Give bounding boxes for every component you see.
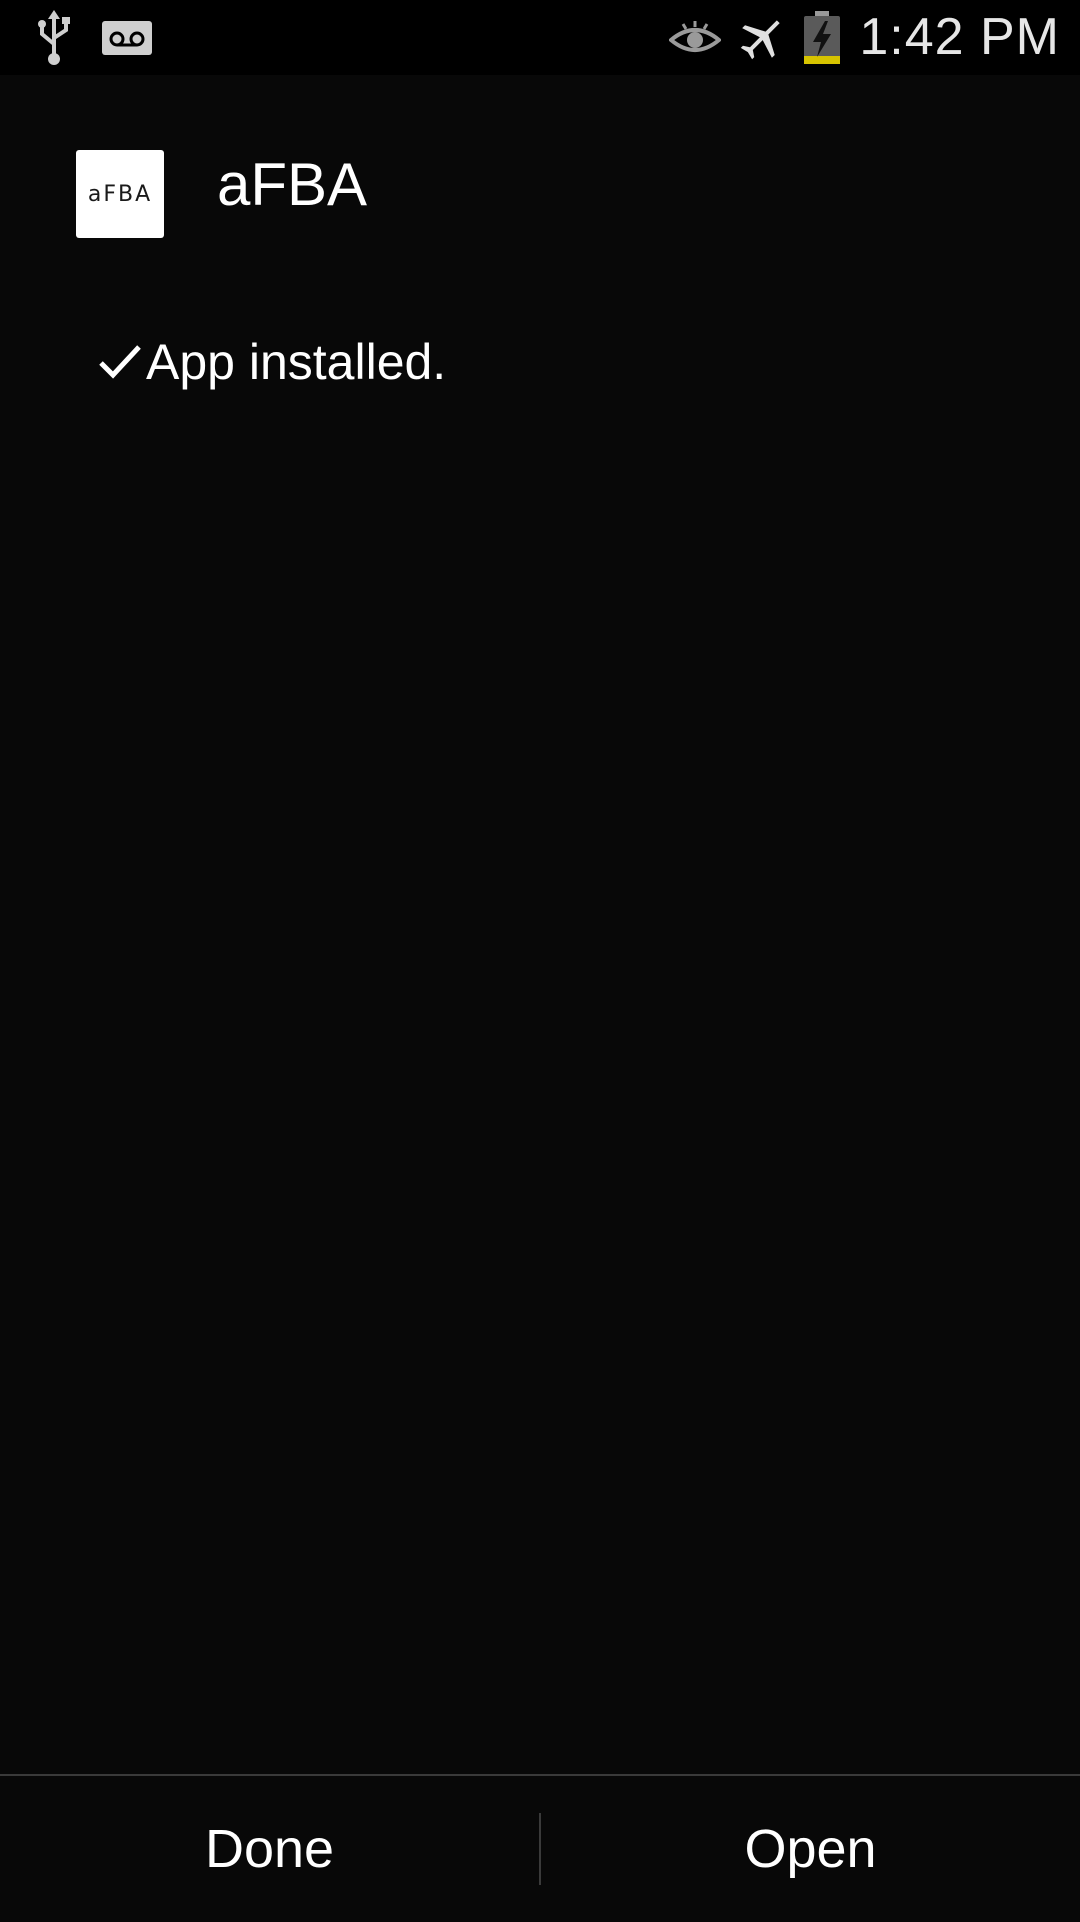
checkmark-icon xyxy=(99,345,141,379)
status-bar-left xyxy=(36,10,152,66)
button-bar: Done Open xyxy=(0,1774,1080,1922)
done-button[interactable]: Done xyxy=(0,1776,539,1922)
eye-icon xyxy=(669,20,722,52)
status-bar-right: 1:42 PM xyxy=(669,0,1060,75)
status-bar-clock: 1:42 PM xyxy=(859,8,1060,66)
airplane-mode-icon xyxy=(741,19,781,59)
app-icon: aFBA xyxy=(76,150,164,238)
voicemail-icon xyxy=(102,21,152,55)
app-icon-label: aFBA xyxy=(87,181,153,207)
app-title: aFBA xyxy=(217,151,368,218)
status-bar: 1:42 PM xyxy=(0,0,1080,75)
install-status-text: App installed. xyxy=(146,334,447,390)
battery-charging-icon xyxy=(804,10,841,64)
install-status: App installed. xyxy=(98,322,446,402)
open-button[interactable]: Open xyxy=(541,1776,1080,1922)
usb-icon xyxy=(38,10,70,65)
